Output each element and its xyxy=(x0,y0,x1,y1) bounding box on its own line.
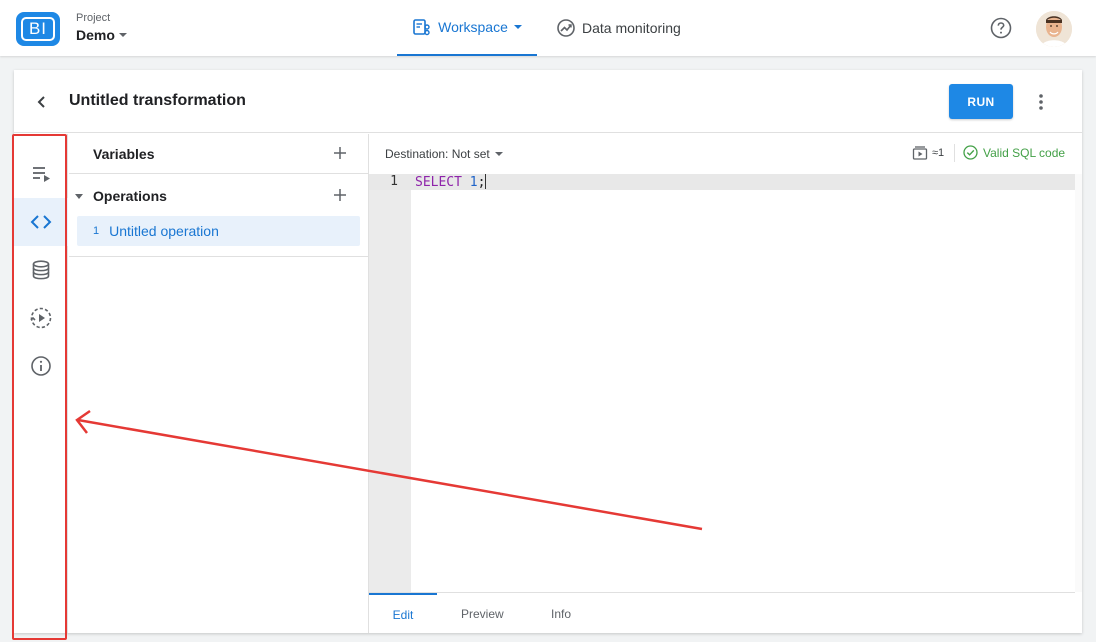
tab-edit[interactable]: Edit xyxy=(369,593,437,634)
nav-workspace-label: Workspace xyxy=(438,19,508,35)
card-header: Untitled transformation RUN xyxy=(14,70,1082,133)
page-title: Untitled transformation xyxy=(69,92,246,109)
line-gutter xyxy=(369,174,411,592)
destination-selector[interactable]: Destination: Not set xyxy=(385,147,503,161)
tab-info[interactable]: Info xyxy=(551,593,571,634)
rail-item-schedule[interactable] xyxy=(14,294,68,342)
rail-item-code[interactable] xyxy=(14,198,68,246)
validity-text: Valid SQL code xyxy=(983,145,1066,160)
nav-monitoring-label: Data monitoring xyxy=(582,20,681,36)
caret-down-icon xyxy=(118,33,127,37)
schedule-run-icon xyxy=(30,307,52,329)
sql-editor-area: Destination: Not set ≈1 Valid SQL code 1… xyxy=(369,134,1082,633)
code-keyword: SELECT xyxy=(415,175,462,190)
tab-preview[interactable]: Preview xyxy=(461,593,504,634)
database-icon xyxy=(32,260,50,280)
rail-item-database[interactable] xyxy=(14,246,68,294)
variables-section[interactable]: Variables xyxy=(69,134,369,174)
operation-item[interactable]: 1 Untitled operation xyxy=(77,216,360,246)
line-number: 1 xyxy=(390,174,398,189)
queue-play-icon xyxy=(912,146,928,160)
operations-section[interactable]: Operations xyxy=(69,176,369,216)
sql-validity-status: Valid SQL code xyxy=(963,145,1065,160)
collapse-triangle-icon[interactable] xyxy=(75,193,83,199)
queue-value: ≈1 xyxy=(932,147,945,159)
info-icon xyxy=(31,356,51,376)
side-rail xyxy=(14,134,68,633)
caret-down-icon xyxy=(513,25,522,29)
app-logo[interactable]: BI xyxy=(16,12,60,46)
code-editor[interactable]: SELECT 1; xyxy=(415,174,487,191)
code-semicolon: ; xyxy=(477,175,486,190)
panel-divider xyxy=(69,256,369,257)
project-name: Demo xyxy=(76,27,115,43)
add-variable-icon[interactable] xyxy=(333,146,347,160)
nav-data-monitoring[interactable]: Data monitoring xyxy=(556,0,681,56)
text-cursor xyxy=(485,174,487,189)
avatar-image xyxy=(1036,11,1072,47)
check-circle-icon xyxy=(963,145,978,160)
operations-panel: Variables Operations 1 Untitled operatio… xyxy=(69,134,369,633)
monitoring-icon xyxy=(557,19,575,37)
project-selector[interactable]: Demo xyxy=(76,27,127,43)
top-bar: BI Project Demo Workspace Data monitorin… xyxy=(0,0,1096,56)
divider xyxy=(954,144,955,162)
nav-workspace[interactable]: Workspace xyxy=(397,0,537,56)
operation-number: 1 xyxy=(93,225,100,237)
workspace-icon xyxy=(413,19,430,36)
destination-label: Destination: Not set xyxy=(385,147,490,161)
caret-down-icon xyxy=(494,152,503,156)
add-operation-icon[interactable] xyxy=(333,188,347,202)
code-number: 1 xyxy=(469,175,478,190)
run-button[interactable]: RUN xyxy=(949,84,1013,119)
operation-name: Untitled operation xyxy=(109,223,219,239)
queue-indicator[interactable]: ≈1 xyxy=(912,145,944,161)
transformation-card: Untitled transformation RUN Variables Op… xyxy=(14,70,1082,633)
rail-item-info[interactable] xyxy=(14,342,68,390)
operations-label: Operations xyxy=(93,188,167,204)
user-avatar[interactable] xyxy=(1036,11,1072,47)
help-icon[interactable] xyxy=(990,17,1012,39)
playlist-icon xyxy=(33,167,50,182)
editor-scrollbar[interactable] xyxy=(1075,174,1082,592)
project-label: Project xyxy=(76,12,111,24)
back-arrow-icon[interactable] xyxy=(32,92,50,112)
more-vert-icon[interactable] xyxy=(1034,92,1048,112)
rail-item-queue[interactable] xyxy=(14,150,68,198)
logo-text: BI xyxy=(21,17,55,41)
editor-tabs: Edit Preview Info xyxy=(369,592,1075,633)
code-icon xyxy=(30,215,52,229)
variables-label: Variables xyxy=(93,145,155,162)
